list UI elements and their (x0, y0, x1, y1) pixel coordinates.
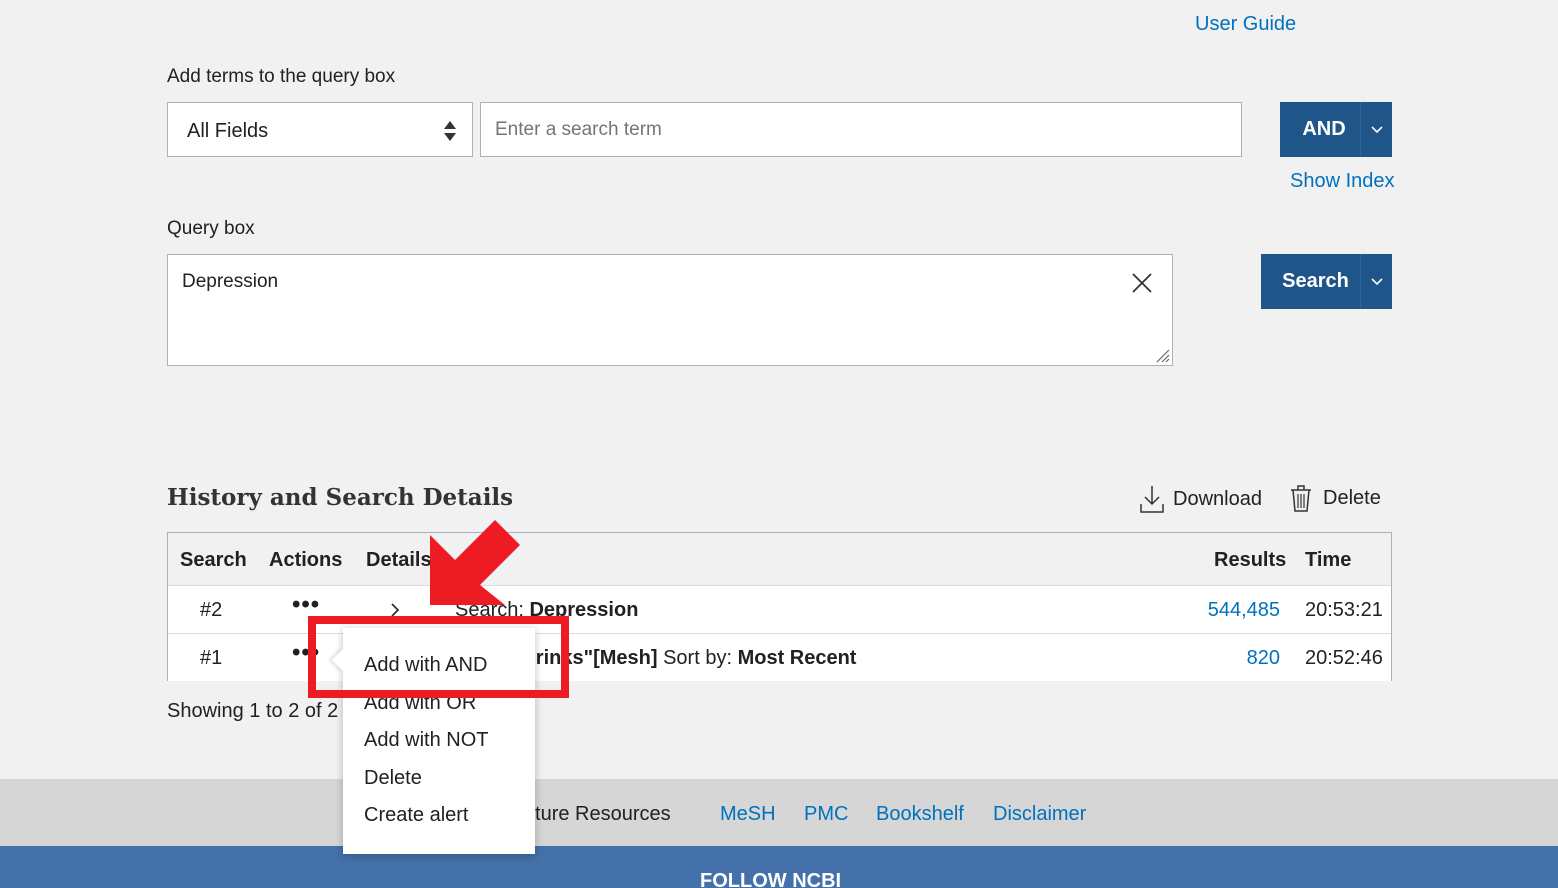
search-button-label: Search (1282, 270, 1349, 292)
footer-follow: FOLLOW NCBI (0, 846, 1558, 888)
menu-item-create-alert[interactable]: Create alert (364, 804, 469, 827)
search-number: #2 (200, 599, 223, 621)
query-box-label: Query box (167, 218, 255, 239)
annotation-arrow-icon (430, 520, 520, 605)
delete-button[interactable]: Delete (1289, 484, 1381, 512)
download-button[interactable]: Download (1139, 484, 1262, 514)
footer-link-mesh[interactable]: MeSH (720, 803, 776, 826)
add-terms-label: Add terms to the query box (167, 66, 396, 87)
download-label: Download (1173, 487, 1262, 510)
annotation-highlight-box (308, 616, 569, 698)
and-button[interactable]: AND (1280, 102, 1392, 157)
close-icon[interactable] (1118, 261, 1166, 305)
sort-arrows-icon (444, 121, 456, 141)
trash-icon (1291, 485, 1311, 512)
search-button[interactable]: Search (1261, 254, 1392, 309)
user-guide-link[interactable]: User Guide (1195, 13, 1296, 36)
results-count-link[interactable]: 820 (1247, 647, 1280, 670)
column-header-search: Search (180, 549, 247, 571)
search-number: #1 (200, 647, 223, 669)
more-actions-icon[interactable]: ••• (292, 591, 320, 619)
sort-prefix: Sort by: (657, 647, 738, 669)
sort-value: Most Recent (737, 647, 857, 669)
column-header-actions: Actions (269, 549, 343, 571)
chevron-down-icon[interactable] (1360, 102, 1392, 157)
show-index-link[interactable]: Show Index (1290, 170, 1395, 193)
field-select[interactable]: All Fields (167, 102, 473, 157)
search-term-input[interactable] (480, 102, 1242, 157)
footer-link-bookshelf[interactable]: Bookshelf (876, 803, 964, 826)
chevron-down-icon[interactable] (1360, 254, 1392, 309)
and-button-label: AND (1302, 118, 1346, 140)
query-text: Depression (182, 271, 279, 292)
column-header-results: Results (1214, 549, 1287, 571)
table-header: Search Actions Details Results Time (168, 533, 1391, 585)
history-title: History and Search Details (167, 484, 514, 511)
search-time: 20:53:21 (1305, 599, 1383, 621)
search-time: 20:52:46 (1305, 647, 1383, 669)
menu-item-add-with-not[interactable]: Add with NOT (364, 729, 488, 752)
footer-link-pmc[interactable]: PMC (804, 803, 848, 826)
results-count-link[interactable]: 544,485 (1208, 599, 1280, 622)
resize-handle-icon[interactable] (1154, 347, 1170, 363)
footer-links: Literature Resources MeSH PMC Bookshelf … (0, 779, 1558, 846)
field-select-value: All Fields (187, 120, 269, 142)
query-box[interactable]: Depression (167, 254, 1173, 366)
pagination-summary: Showing 1 to 2 of 2 (167, 700, 339, 722)
menu-item-delete[interactable]: Delete (364, 767, 422, 790)
follow-ncbi-heading: FOLLOW NCBI (700, 870, 842, 888)
download-icon (1140, 486, 1164, 513)
footer-link-disclaimer[interactable]: Disclaimer (993, 803, 1086, 826)
column-header-time: Time (1305, 549, 1352, 571)
delete-label: Delete (1323, 486, 1381, 509)
